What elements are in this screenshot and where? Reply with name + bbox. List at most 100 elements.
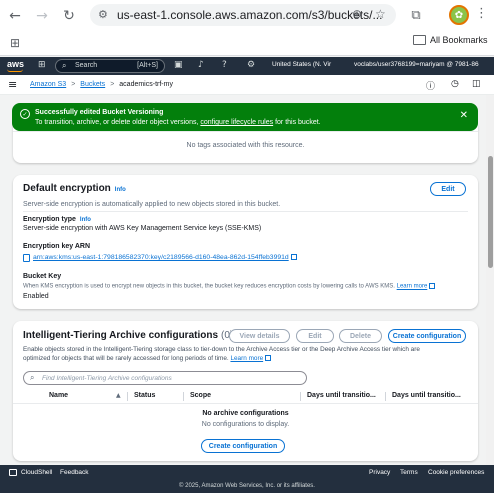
- info-panel-icon[interactable]: ⓘ: [426, 79, 435, 92]
- bookmark-star-icon[interactable]: ☆: [375, 7, 386, 21]
- edit-encryption-button[interactable]: Edit: [430, 182, 466, 196]
- breadcrumb-separator: >: [110, 81, 115, 88]
- cloudshell-icon[interactable]: ▣: [174, 60, 183, 70]
- intelligent-tiering-panel: Intelligent-Tiering Archive configuratio…: [13, 321, 478, 461]
- search-shortcut: [Alt+S]: [137, 62, 158, 69]
- scrollbar-track[interactable]: [486, 95, 494, 465]
- scrollbar-thumb[interactable]: [488, 156, 493, 268]
- all-bookmarks-label: All Bookmarks: [430, 35, 488, 45]
- breadcrumb: Amazon S3 > Buckets > academics-trf-my: [30, 81, 173, 88]
- terms-link[interactable]: Terms: [400, 469, 418, 476]
- empty-state-title: No archive configurations: [202, 410, 289, 417]
- arn-link[interactable]: arn:aws:kms:us-east-1:798186582370:key/c…: [33, 254, 289, 261]
- section-title: Default encryption: [23, 183, 111, 194]
- column-days-archive[interactable]: Days until transitio...: [307, 392, 376, 399]
- search-icon: ⌕: [62, 61, 67, 70]
- delete-button[interactable]: Delete: [339, 329, 382, 343]
- it-description-text: optimized for objects that will be rarel…: [23, 355, 229, 362]
- encryption-type-text: Encryption type: [23, 216, 76, 223]
- extensions-icon[interactable]: ⧉: [407, 6, 425, 24]
- search-placeholder: Search: [75, 62, 98, 69]
- encryption-description: Server-side encryption is automatically …: [23, 201, 281, 208]
- folder-icon: [413, 35, 426, 45]
- apps-grid-icon[interactable]: ⊞: [10, 36, 20, 50]
- external-link-icon: [290, 254, 297, 261]
- breadcrumb-separator: >: [71, 81, 76, 88]
- breadcrumb-buckets[interactable]: Buckets: [80, 81, 105, 88]
- zoom-icon[interactable]: ⊕: [352, 7, 362, 21]
- encryption-type-label: Encryption type Info: [23, 216, 91, 223]
- breadcrumb-bar: ≡ Amazon S3 > Buckets > academics-trf-my…: [0, 75, 494, 95]
- divider: [23, 211, 468, 212]
- edit-button[interactable]: Edit: [296, 329, 334, 343]
- breadcrumb-amazon-s3[interactable]: Amazon S3: [30, 81, 66, 88]
- browser-toolbar: ← → ↻ ⚙ us-east-1.console.aws.amazon.com…: [0, 0, 494, 56]
- info-link[interactable]: Info: [115, 187, 126, 193]
- success-flash-banner: ✓ Successfully edited Bucket Versioning …: [12, 103, 478, 131]
- encryption-type-value: Server-side encryption with AWS Key Mana…: [23, 225, 262, 232]
- column-divider: [183, 392, 184, 401]
- encryption-key-arn-label: Encryption key ARN: [23, 243, 91, 250]
- column-divider: [300, 392, 301, 401]
- it-description-line1: Enable objects stored in the Intelligent…: [23, 346, 420, 353]
- divider: [13, 131, 478, 132]
- console-footer: CloudShell Feedback Privacy Terms Cookie…: [0, 465, 494, 493]
- column-days-deep-archive[interactable]: Days until transitio...: [392, 392, 461, 399]
- reload-icon[interactable]: ↻: [60, 7, 78, 25]
- site-info-icon[interactable]: ⚙: [98, 8, 108, 21]
- cloudshell-icon[interactable]: [9, 469, 17, 476]
- search-input[interactable]: ⌕ Search [Alt+S]: [55, 59, 165, 73]
- services-grid-icon[interactable]: ⊞: [38, 60, 46, 70]
- copyright-text: © 2025, Amazon Web Services, Inc. or its…: [179, 483, 315, 489]
- notifications-bell-icon[interactable]: ♪: [198, 60, 204, 70]
- aws-top-nav: aws ⊞ ⌕ Search [Alt+S] ▣ ♪ ? ⚙ United St…: [0, 57, 494, 75]
- aws-logo-smile: [7, 69, 23, 72]
- menu-kebab-icon[interactable]: ⋮: [475, 6, 488, 21]
- privacy-link[interactable]: Privacy: [369, 469, 390, 476]
- info-link[interactable]: Info: [80, 217, 91, 223]
- learn-more-link[interactable]: Learn more: [230, 355, 263, 362]
- flash-message-text: To transition, archive, or delete older …: [35, 119, 201, 126]
- profile-avatar[interactable]: ✿: [449, 5, 469, 25]
- section-title: Intelligent-Tiering Archive configuratio…: [23, 330, 219, 341]
- learn-more-link[interactable]: Learn more: [397, 284, 428, 290]
- region-selector[interactable]: United States (N. Vir: [272, 61, 331, 68]
- create-configuration-button[interactable]: Create configuration: [388, 329, 466, 343]
- column-name[interactable]: Name: [49, 392, 68, 399]
- search-icon: ⌕: [30, 373, 35, 382]
- aws-logo[interactable]: aws: [7, 59, 24, 69]
- encryption-header: Default encryption Info: [23, 183, 126, 194]
- filter-input[interactable]: ⌕ Find Intelligent-Tiering Archive confi…: [23, 371, 307, 385]
- sort-icon[interactable]: ▲: [116, 392, 121, 399]
- empty-create-configuration-button[interactable]: Create configuration: [201, 439, 285, 453]
- all-bookmarks-button[interactable]: All Bookmarks: [413, 35, 488, 45]
- flash-message: To transition, archive, or delete older …: [35, 119, 321, 126]
- side-nav-menu-icon[interactable]: ≡: [8, 78, 17, 91]
- forward-icon[interactable]: →: [33, 7, 51, 25]
- help-icon[interactable]: ?: [222, 60, 227, 70]
- close-icon[interactable]: ✕: [460, 110, 468, 121]
- it-description-line2: optimized for objects that will be rarel…: [23, 355, 272, 362]
- settings-gear-icon[interactable]: ⚙: [247, 60, 255, 70]
- feedback-link[interactable]: Feedback: [60, 469, 89, 476]
- view-details-button[interactable]: View details: [229, 329, 290, 343]
- flash-title: Successfully edited Bucket Versioning: [35, 109, 164, 116]
- cloudshell-link[interactable]: CloudShell: [21, 469, 52, 476]
- bucket-key-desc-text: When KMS encryption is used to encrypt n…: [23, 283, 395, 290]
- url-text: us-east-1.console.aws.amazon.com/s3/buck…: [117, 8, 383, 22]
- split-panel-icon[interactable]: ◫: [472, 79, 481, 89]
- external-link-icon: [429, 283, 436, 289]
- account-menu[interactable]: voclabs/user3768199=mariyam @ 7981-86: [354, 61, 479, 68]
- filter-placeholder: Find Intelligent-Tiering Archive configu…: [42, 375, 172, 382]
- column-status[interactable]: Status: [134, 392, 155, 399]
- column-scope[interactable]: Scope: [190, 392, 211, 399]
- address-bar[interactable]: ⚙ us-east-1.console.aws.amazon.com/s3/bu…: [90, 4, 396, 26]
- copy-icon[interactable]: [23, 254, 30, 262]
- column-divider: [127, 392, 128, 401]
- cookie-preferences-link[interactable]: Cookie preferences: [428, 469, 484, 476]
- notifications-panel-icon[interactable]: ◷: [451, 79, 459, 89]
- bucket-key-label: Bucket Key: [23, 273, 62, 280]
- tags-empty-text: No tags associated with this resource.: [186, 142, 305, 149]
- configure-lifecycle-link[interactable]: configure lifecycle rules: [200, 119, 273, 126]
- back-icon[interactable]: ←: [6, 7, 24, 25]
